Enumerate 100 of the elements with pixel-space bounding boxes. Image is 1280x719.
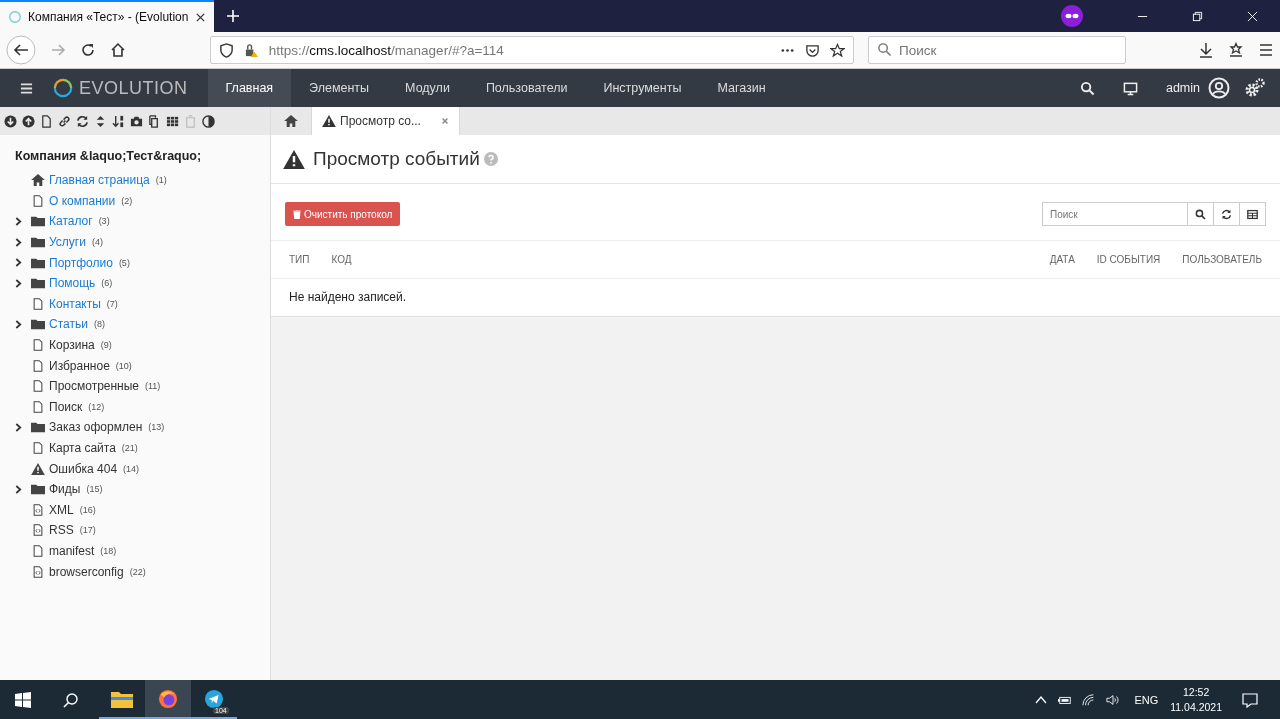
browser-tab[interactable]: Компания «Тест» - (Evolution: [0, 0, 214, 32]
chevron-right-icon[interactable]: [15, 484, 22, 494]
search-button[interactable]: [1188, 202, 1214, 226]
tree-item-label[interactable]: Портфолио: [49, 255, 113, 270]
restore-icon[interactable]: [1192, 10, 1203, 22]
url-text: https://cms.localhost/manager/#?a=114: [268, 42, 504, 58]
refresh-icon[interactable]: [76, 114, 89, 128]
tree-item-id: (2): [121, 195, 133, 206]
firefox-app[interactable]: [145, 680, 191, 719]
clear-log-button[interactable]: Очистить протокол: [285, 202, 401, 226]
chevron-right-icon[interactable]: [15, 319, 22, 329]
download-icon[interactable]: [1198, 42, 1215, 58]
folder-icon: [31, 256, 45, 269]
home-icon[interactable]: [109, 42, 126, 58]
menu-icon[interactable]: [1258, 42, 1274, 58]
tree-item-id: (6): [101, 278, 113, 289]
camera-icon[interactable]: [130, 114, 143, 128]
tree-item-label[interactable]: browserconfig: [49, 564, 124, 579]
page-tab[interactable]: Просмотр со...: [312, 107, 460, 135]
tree-item-label[interactable]: Услуги: [49, 235, 86, 250]
column-header[interactable]: ПОЛЬЗОВАТЕЛЬ: [1182, 254, 1262, 265]
file-icon[interactable]: [40, 114, 53, 128]
updown-icon[interactable]: [94, 114, 107, 128]
down-icon[interactable]: [4, 114, 17, 128]
search-field[interactable]: Поиск: [1042, 202, 1188, 226]
tree-item-id: (18): [100, 546, 117, 556]
refresh-button[interactable]: [1214, 202, 1240, 226]
file-icon: [31, 339, 45, 352]
menu-icon[interactable]: [20, 81, 33, 95]
nav-item[interactable]: Главная: [207, 69, 292, 107]
tree-item-label[interactable]: Карта сайта: [49, 441, 116, 455]
back-icon[interactable]: [6, 35, 36, 65]
logo-ring-icon: [53, 78, 73, 98]
language-indicator[interactable]: ENG: [1134, 693, 1159, 706]
refresh-icon: [1221, 208, 1232, 220]
chevron-right-icon[interactable]: [15, 422, 22, 432]
columns-button[interactable]: [1240, 202, 1266, 226]
tree-item-label[interactable]: Просмотренные: [49, 379, 140, 394]
folder-icon: [31, 236, 45, 249]
user-name[interactable]: admin: [1165, 81, 1200, 95]
tree-item-label[interactable]: manifest: [49, 544, 95, 558]
nav-item[interactable]: Элементы: [291, 69, 388, 107]
tree-item-label[interactable]: Помощь: [49, 276, 96, 291]
chevron-right-icon[interactable]: [15, 258, 22, 268]
tree-item-label[interactable]: Поиск: [49, 399, 83, 414]
reload-icon[interactable]: [79, 42, 96, 58]
nav-item[interactable]: Модули: [387, 69, 468, 107]
up-icon[interactable]: [22, 114, 35, 128]
column-header[interactable]: КОД: [331, 254, 352, 265]
clock-time[interactable]: 12:52: [1182, 684, 1210, 700]
chevron-right-icon[interactable]: [15, 278, 22, 288]
column-header[interactable]: ТИП: [289, 254, 310, 265]
column-header[interactable]: ID СОБЫТИЯ: [1096, 254, 1161, 265]
close-icon[interactable]: [195, 11, 206, 23]
mask-icon[interactable]: [1061, 5, 1083, 27]
tree-item-label[interactable]: Ошибка 404: [49, 461, 118, 476]
nav-item[interactable]: Инструменты: [585, 69, 700, 107]
bookmark-star-icon[interactable]: [1228, 42, 1244, 58]
clock-date[interactable]: 11.04.2021: [1170, 699, 1222, 715]
nav-item[interactable]: Магазин: [699, 69, 784, 107]
search-field[interactable]: Поиск: [868, 36, 1127, 64]
tree-item-label[interactable]: О компании: [49, 193, 116, 208]
windows-start-icon[interactable]: [15, 691, 31, 708]
tree-item-label[interactable]: RSS: [49, 523, 74, 538]
tree-item-id: (9): [100, 340, 112, 351]
tree-item-label[interactable]: Статьи: [49, 317, 88, 332]
pocket-icon[interactable]: [805, 42, 821, 58]
warning-icon: [283, 149, 305, 169]
sort-icon[interactable]: [112, 114, 125, 128]
search-icon[interactable]: [63, 691, 79, 708]
search-icon[interactable]: [1079, 80, 1095, 96]
user-avatar-icon[interactable]: [1208, 77, 1230, 99]
settings-icon[interactable]: [1244, 77, 1266, 99]
column-header[interactable]: ДАТА: [1049, 254, 1075, 265]
link-icon[interactable]: [58, 114, 71, 128]
tree-item-id: (8): [93, 319, 105, 330]
tree-item-label[interactable]: Контакты: [49, 296, 101, 311]
tree-item-id: (10): [115, 360, 132, 371]
star-icon[interactable]: [830, 42, 846, 58]
copy-icon[interactable]: [148, 114, 161, 128]
nav-item[interactable]: Пользователи: [467, 69, 586, 107]
tree-item-label[interactable]: Заказ оформлен: [49, 420, 143, 435]
grid-icon[interactable]: [166, 114, 179, 128]
tree-item-label[interactable]: Главная страница: [49, 173, 150, 188]
tree-item-label[interactable]: Каталог: [49, 214, 93, 229]
tree-item-label[interactable]: Корзина: [49, 338, 95, 353]
tree-item-label[interactable]: XML: [49, 502, 74, 517]
address-bar[interactable]: https://cms.localhost/manager/#?a=114: [209, 36, 855, 64]
tree-item-id: (21): [121, 443, 138, 453]
chevron-right-icon[interactable]: [15, 217, 22, 226]
chevron-right-icon[interactable]: [15, 237, 22, 247]
new-tab-icon[interactable]: [226, 9, 240, 23]
notifications-icon[interactable]: [1242, 691, 1258, 708]
tree-root-title[interactable]: Компания &laquo;Тест&raquo;: [15, 149, 270, 163]
contrast-icon[interactable]: [202, 114, 215, 128]
monitor-icon[interactable]: [1122, 80, 1138, 96]
tree-item-label[interactable]: Фиды: [49, 482, 81, 497]
tree-item-id: (14): [123, 463, 140, 474]
speaker-icon[interactable]: [1106, 692, 1121, 707]
tree-item-label[interactable]: Избранное: [49, 358, 110, 373]
